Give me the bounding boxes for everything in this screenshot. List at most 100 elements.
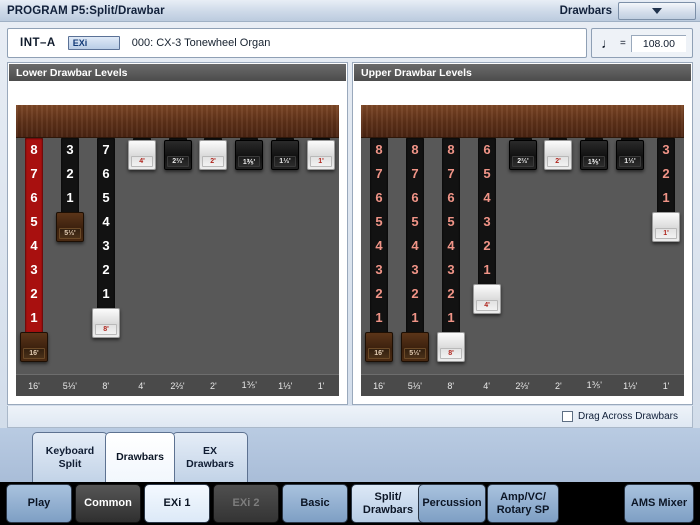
- drawbar-upper-7[interactable]: 1⅓': [616, 138, 644, 374]
- drag-across-drawbars-checkbox[interactable]: [561, 411, 573, 422]
- drawbar-scale: 8 7 6 5 4 3 2 1: [406, 138, 424, 336]
- drawbar-handle-label: 1⅓': [274, 156, 296, 167]
- drawbar-scale-number: 2: [102, 262, 110, 277]
- title-bar-right: Drawbars: [559, 1, 700, 20]
- drawbar-lower-0[interactable]: 8 7 6 5 4 3 2 1 16': [20, 138, 48, 374]
- bottom-tab-1[interactable]: Common: [75, 484, 141, 523]
- drawbar-scale: 8 7 6 5 4 3 2 1: [370, 138, 388, 336]
- drawbar-handle[interactable]: 4': [128, 140, 156, 170]
- bottom-tab-8[interactable]: AMS Mixer: [624, 484, 694, 523]
- drag-across-drawbars-label: Drag Across Drawbars: [577, 411, 678, 422]
- bottom-tab-6[interactable]: Percussion: [418, 484, 486, 523]
- drawbar-scale-number: 5: [447, 214, 455, 229]
- bottom-tab-label: Amp/VC/Rotary SP: [496, 490, 550, 516]
- footage-label: 5⅓': [62, 380, 77, 391]
- drawbar-lower-6[interactable]: 1⅗': [235, 138, 263, 374]
- drawbar-upper-3[interactable]: 6 5 4 3 2 1 4': [473, 138, 501, 374]
- drawbar-lower-3[interactable]: 4': [128, 138, 156, 374]
- drawbar-handle-label: 4': [131, 156, 153, 167]
- drawbar-scale-number: 2: [411, 286, 419, 301]
- drawbar-handle[interactable]: 2': [199, 140, 227, 170]
- drawbar-handle[interactable]: 5⅓': [401, 332, 429, 362]
- drawbar-handle[interactable]: 1⅗': [235, 140, 263, 170]
- drawbar-upper-6[interactable]: 1⅗': [580, 138, 608, 374]
- drawbar-lower-4[interactable]: 2⅔': [164, 138, 192, 374]
- tempo-value[interactable]: 108.00: [630, 34, 686, 52]
- drawbar-lower-1[interactable]: 3 2 1 5⅓': [56, 138, 84, 374]
- drawbar-handle[interactable]: 1⅓': [271, 140, 299, 170]
- page-menu-label: Drawbars: [559, 4, 612, 17]
- drawbar-scale: 3 2 1: [61, 138, 79, 216]
- drawbar-handle[interactable]: 1⅓': [616, 140, 644, 170]
- bottom-tab-label: EXi 2: [232, 497, 260, 509]
- drawbar-scale-number: 2: [30, 286, 38, 301]
- drawbar-upper-5[interactable]: 2': [544, 138, 572, 374]
- bottom-tab-label: Common: [84, 497, 132, 509]
- drawbar-scale-number: 8: [447, 142, 455, 157]
- drawbar-handle[interactable]: 1': [307, 140, 335, 170]
- footage-label: 1⅓': [278, 380, 293, 391]
- sub-tab-2[interactable]: EX Drawbars: [172, 432, 248, 482]
- drawbar-upper-8[interactable]: 3 2 1 1': [652, 138, 680, 374]
- program-select-field[interactable]: INT–A EXi 000: CX-3 Tonewheel Organ: [7, 28, 587, 58]
- tempo-field[interactable]: ♩ = 108.00: [591, 28, 693, 58]
- bottom-tab-5[interactable]: Split/Drawbars: [351, 484, 425, 523]
- footage-label: 4': [483, 380, 490, 391]
- drawbar-scale-number: 6: [30, 190, 38, 205]
- drawbar-scale-number: 3: [102, 238, 110, 253]
- bottom-tab-7[interactable]: Amp/VC/Rotary SP: [487, 484, 559, 523]
- drawbar-upper-2[interactable]: 8 7 6 5 4 3 2 1 8': [437, 138, 465, 374]
- drawbar-scale-number: 1: [411, 310, 419, 325]
- drawbar-upper-4[interactable]: 2⅔': [509, 138, 537, 374]
- program-bar: INT–A EXi 000: CX-3 Tonewheel Organ ♩ = …: [7, 28, 693, 58]
- bottom-tab-3[interactable]: EXi 2: [213, 484, 279, 523]
- bottom-tab-0[interactable]: Play: [6, 484, 72, 523]
- sub-tab-1[interactable]: Drawbars: [105, 432, 175, 482]
- wood-rail: [361, 105, 684, 138]
- drawbar-lower-8[interactable]: 1': [307, 138, 335, 374]
- drawbar-scale-number: 5: [375, 214, 383, 229]
- drawbar-handle-label: 1⅓': [619, 156, 641, 167]
- drawbar-scale-number: 4: [411, 238, 419, 253]
- drawbar-handle[interactable]: 16': [365, 332, 393, 362]
- drawbar-scale-number: 6: [102, 166, 110, 181]
- sub-tab-0[interactable]: Keyboard Split: [32, 432, 108, 482]
- drawbar-scale-number: 4: [447, 238, 455, 253]
- lower-drawbar-group: 8 7 6 5 4 3 2 1 16' 3 2 1 5⅓' 7 6 5 4 3 2 1 8' 4' 2⅔' 2' 1⅗' 1⅓' 1…: [16, 138, 339, 374]
- drawbar-handle[interactable]: 1': [652, 212, 680, 242]
- drawbar-handle-label: 1': [655, 228, 677, 239]
- drawbar-scale: 3 2 1: [657, 138, 675, 216]
- drawbar-handle[interactable]: 5⅓': [56, 212, 84, 242]
- drawbar-handle[interactable]: 8': [92, 308, 120, 338]
- drawbar-scale-number: 6: [411, 190, 419, 205]
- drawbar-handle[interactable]: 2': [544, 140, 572, 170]
- drawbar-lower-5[interactable]: 2': [199, 138, 227, 374]
- drawbar-handle-label: 2⅔': [512, 156, 534, 167]
- drawbar-lower-2[interactable]: 7 6 5 4 3 2 1 8': [92, 138, 120, 374]
- drawbar-scale-number: 5: [102, 190, 110, 205]
- drawbar-handle[interactable]: 2⅔': [509, 140, 537, 170]
- bottom-tab-2[interactable]: EXi 1: [144, 484, 210, 523]
- drawbar-scale-number: 2: [66, 166, 74, 181]
- drawbar-handle[interactable]: 4': [473, 284, 501, 314]
- drawbar-scale-number: 2: [447, 286, 455, 301]
- page-menu-button[interactable]: [618, 1, 696, 20]
- drawbar-upper-1[interactable]: 8 7 6 5 4 3 2 1 5⅓': [401, 138, 429, 374]
- bottom-tab-label: AMS Mixer: [630, 497, 688, 509]
- drawbar-scale-number: 8: [411, 142, 419, 157]
- drag-across-drawbars-option[interactable]: Drag Across Drawbars: [561, 411, 692, 422]
- drawbar-handle[interactable]: 1⅗': [580, 140, 608, 170]
- bottom-tab-bar: Play Common EXi 1 EXi 2 Basic Split/Drawbars P…: [0, 482, 700, 525]
- lower-panel-header: Lower Drawbar Levels: [9, 64, 346, 81]
- drawbar-upper-0[interactable]: 8 7 6 5 4 3 2 1 16': [365, 138, 393, 374]
- footage-label: 8': [102, 380, 110, 391]
- drawbar-lower-7[interactable]: 1⅓': [271, 138, 299, 374]
- drawbar-handle[interactable]: 8': [437, 332, 465, 362]
- drawbar-scale-number: 1: [375, 310, 383, 325]
- drawbar-handle[interactable]: 16': [20, 332, 48, 362]
- bottom-tab-4[interactable]: Basic: [282, 484, 348, 523]
- drawbar-handle-label: 2': [547, 156, 569, 167]
- sub-tab-bar: Keyboard Split Drawbars EX Drawbars: [0, 428, 700, 482]
- drawbar-scale-number: 8: [375, 142, 383, 157]
- drawbar-handle[interactable]: 2⅔': [164, 140, 192, 170]
